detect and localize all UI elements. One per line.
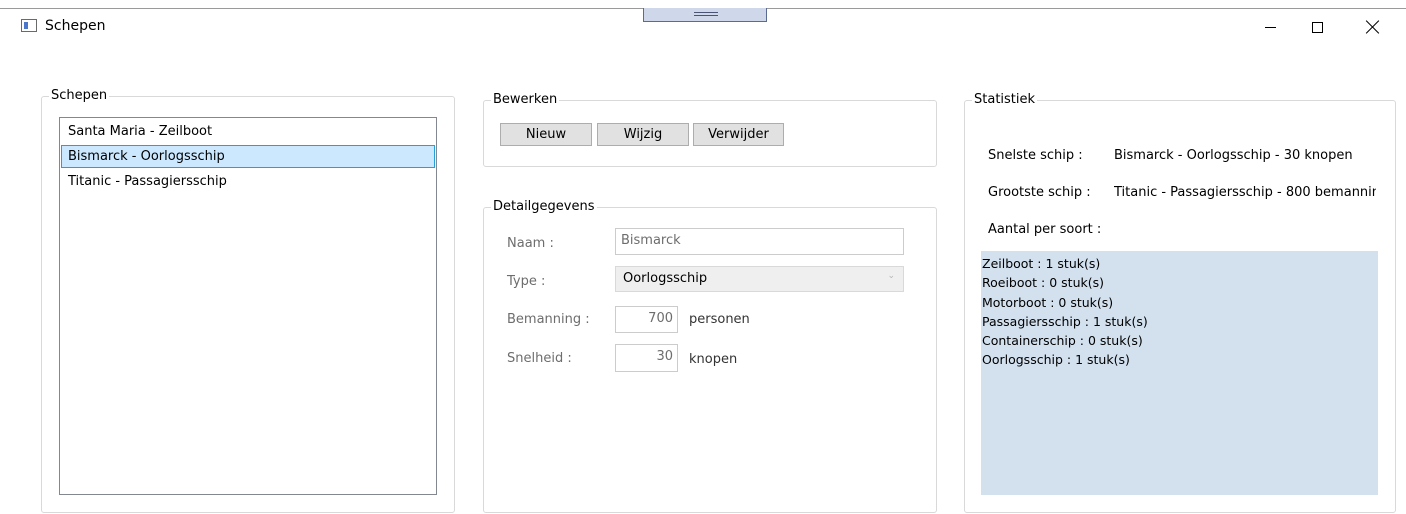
list-item-selected[interactable]: Bismarck - Oorlogsschip — [61, 145, 435, 168]
crew-field[interactable]: 700 — [615, 306, 678, 333]
stat-line: Roeiboot : 0 stuk(s) — [982, 275, 1104, 291]
name-label: Naam : — [507, 236, 554, 251]
largest-ship-label: Grootste schip : — [988, 185, 1091, 200]
ships-listbox[interactable]: Santa Maria - Zeilboot Bismarck - Oorlog… — [59, 117, 437, 495]
fastest-ship-value: Bismarck - Oorlogsschip - 30 knopen — [1114, 148, 1353, 163]
stat-line: Motorboot : 0 stuk(s) — [982, 294, 1114, 310]
modify-button[interactable]: Wijzig — [597, 123, 689, 146]
close-button[interactable] — [1350, 10, 1396, 44]
grip-line-icon — [694, 12, 718, 13]
largest-ship-value: Titanic - Passagiersschip - 800 bemannin — [1114, 185, 1376, 200]
minimize-button[interactable] — [1247, 10, 1293, 44]
app-window-icon — [21, 19, 37, 32]
stat-line: Oorlogsschip : 1 stuk(s) — [982, 352, 1130, 368]
delete-button[interactable]: Verwijder — [693, 123, 784, 146]
ships-group-title: Schepen — [49, 88, 110, 104]
count-per-type-textbox[interactable]: Zeilboot : 1 stuk(s) Roeiboot : 0 stuk(s… — [981, 251, 1378, 495]
stat-line: Passagiersschip : 1 stuk(s) — [982, 313, 1148, 329]
type-label: Type : — [507, 274, 546, 289]
close-icon — [1366, 20, 1380, 34]
minimize-icon — [1264, 26, 1276, 28]
crew-label: Bemanning : — [507, 312, 590, 327]
speed-field[interactable]: 30 — [615, 344, 678, 372]
stat-line: Zeilboot : 1 stuk(s) — [982, 256, 1101, 271]
edit-group-title: Bewerken — [491, 92, 560, 108]
grip-line-icon — [694, 15, 718, 16]
chevron-down-icon: ⌄ — [887, 271, 895, 281]
window-title: Schepen — [45, 18, 106, 34]
fastest-ship-label: Snelste schip : — [988, 148, 1083, 163]
type-select-value: Oorlogsschip — [623, 271, 708, 286]
list-item[interactable]: Titanic - Passagiersschip — [61, 170, 435, 193]
maximize-icon — [1311, 21, 1323, 33]
count-per-type-label: Aantal per soort : — [988, 222, 1102, 237]
new-button[interactable]: Nieuw — [500, 123, 592, 146]
name-field[interactable]: Bismarck — [615, 228, 904, 255]
stats-group-title: Statistiek — [972, 92, 1038, 108]
stat-line: Containerschip : 0 stuk(s) — [982, 333, 1143, 349]
type-select[interactable]: Oorlogsschip ⌄ — [615, 266, 904, 292]
speed-unit: knopen — [689, 352, 738, 367]
crew-unit: personen — [689, 312, 750, 327]
drag-handle[interactable] — [643, 8, 767, 22]
maximize-button[interactable] — [1294, 10, 1340, 44]
list-item[interactable]: Santa Maria - Zeilboot — [61, 120, 435, 143]
details-group-title: Detailgegevens — [491, 199, 597, 215]
speed-label: Snelheid : — [507, 351, 572, 366]
